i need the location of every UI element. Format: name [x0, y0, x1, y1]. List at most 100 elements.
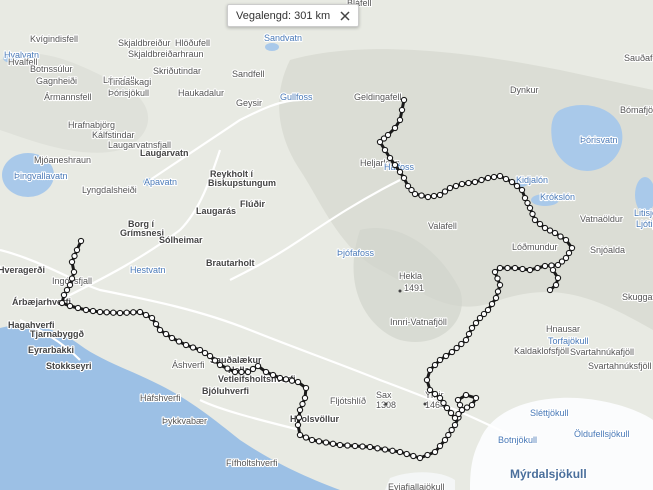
route-marker[interactable] [447, 409, 455, 417]
route-marker[interactable] [508, 178, 516, 186]
map-canvas[interactable]: HvalvatnKvígindisfellHvalfellBotnssúlurG… [0, 0, 653, 490]
route-marker[interactable] [513, 182, 521, 190]
route-marker[interactable] [436, 394, 444, 402]
route-marker[interactable] [302, 384, 310, 392]
route-marker[interactable] [196, 346, 204, 354]
route-marker[interactable] [441, 188, 449, 195]
route-marker[interactable] [211, 357, 219, 364]
route-marker[interactable] [152, 320, 160, 328]
route-marker[interactable] [451, 414, 459, 422]
route-marker[interactable] [496, 264, 504, 272]
route-marker[interactable] [73, 246, 81, 254]
route-marker[interactable] [456, 401, 464, 409]
route-marker[interactable] [531, 216, 539, 224]
route-marker[interactable] [448, 426, 455, 434]
route-marker[interactable] [403, 450, 410, 458]
route-marker[interactable] [70, 268, 78, 276]
route-marker[interactable] [136, 308, 144, 316]
route-marker[interactable] [443, 404, 451, 412]
route-marker[interactable] [529, 210, 536, 218]
route-marker[interactable] [389, 447, 396, 454]
route-marker[interactable] [549, 266, 557, 274]
route-marker[interactable] [458, 180, 466, 188]
route-marker[interactable] [552, 281, 560, 289]
route-marker[interactable] [490, 173, 498, 181]
route-marker[interactable] [398, 106, 406, 114]
route-marker[interactable] [216, 361, 224, 369]
route-marker[interactable] [521, 194, 529, 202]
route-marker[interactable] [301, 394, 309, 402]
route-marker[interactable] [148, 314, 156, 322]
route-marker[interactable] [391, 124, 399, 132]
route-marker[interactable] [249, 365, 257, 373]
route-marker[interactable] [562, 236, 570, 244]
route-marker[interactable] [60, 291, 68, 299]
route-marker[interactable] [488, 300, 496, 308]
route-marker[interactable] [103, 309, 110, 316]
route-marker[interactable] [504, 264, 511, 272]
route-marker[interactable] [116, 309, 124, 317]
route-marker[interactable] [322, 439, 330, 446]
route-marker[interactable] [162, 330, 170, 338]
route-marker[interactable] [431, 448, 439, 456]
route-marker[interactable] [110, 309, 117, 316]
route-marker[interactable] [472, 319, 480, 327]
route-marker[interactable] [238, 368, 245, 376]
route-marker[interactable] [468, 324, 476, 332]
route-marker[interactable] [431, 361, 439, 369]
route-marker[interactable] [182, 341, 190, 349]
route-marker[interactable] [351, 442, 359, 450]
route-marker[interactable] [472, 394, 480, 402]
route-marker[interactable] [491, 268, 499, 276]
route-marker[interactable] [468, 401, 476, 409]
route-marker[interactable] [400, 174, 408, 182]
route-marker[interactable] [534, 264, 541, 272]
route-marker[interactable] [484, 306, 492, 314]
route-marker[interactable] [451, 421, 459, 429]
route-marker[interactable] [496, 172, 504, 180]
route-marker[interactable] [400, 96, 408, 104]
route-marker[interactable] [175, 338, 183, 345]
route-marker[interactable] [565, 249, 573, 257]
route-marker[interactable] [296, 431, 304, 439]
route-marker[interactable] [551, 229, 559, 237]
route-marker[interactable] [494, 275, 501, 282]
route-marker[interactable] [524, 199, 531, 207]
route-marker[interactable] [526, 266, 534, 274]
route-marker[interactable] [71, 252, 78, 260]
route-marker[interactable] [541, 262, 549, 270]
route-marker[interactable] [296, 406, 304, 414]
route-marker[interactable] [276, 374, 284, 382]
route-marker[interactable] [336, 441, 344, 449]
route-marker[interactable] [562, 254, 570, 262]
route-marker[interactable] [168, 334, 176, 342]
route-marker[interactable] [262, 368, 270, 376]
route-marker[interactable] [426, 386, 434, 394]
route-marker[interactable] [423, 376, 431, 384]
route-marker[interactable] [431, 390, 439, 398]
route-marker[interactable] [68, 275, 76, 282]
route-marker[interactable] [244, 368, 252, 376]
route-marker[interactable] [496, 281, 504, 289]
route-marker[interactable] [418, 192, 425, 199]
route-marker[interactable] [89, 307, 97, 315]
route-marker[interactable] [416, 454, 424, 462]
route-marker[interactable] [156, 326, 164, 334]
route-marker[interactable] [295, 414, 303, 421]
route-marker[interactable] [404, 182, 412, 190]
route-marker[interactable] [299, 400, 306, 408]
route-marker[interactable] [536, 220, 544, 228]
route-marker[interactable] [396, 168, 404, 176]
route-marker[interactable] [386, 154, 394, 162]
route-marker[interactable] [448, 348, 456, 356]
route-marker[interactable] [471, 178, 479, 186]
route-marker[interactable] [294, 421, 302, 429]
route-marker[interactable] [442, 352, 450, 360]
route-marker[interactable] [445, 431, 452, 439]
route-marker[interactable] [526, 204, 534, 212]
route-marker[interactable] [436, 191, 444, 199]
route-marker[interactable] [224, 365, 231, 372]
route-marker[interactable] [82, 306, 90, 314]
route-marker[interactable] [366, 443, 374, 451]
route-marker[interactable] [374, 445, 381, 452]
